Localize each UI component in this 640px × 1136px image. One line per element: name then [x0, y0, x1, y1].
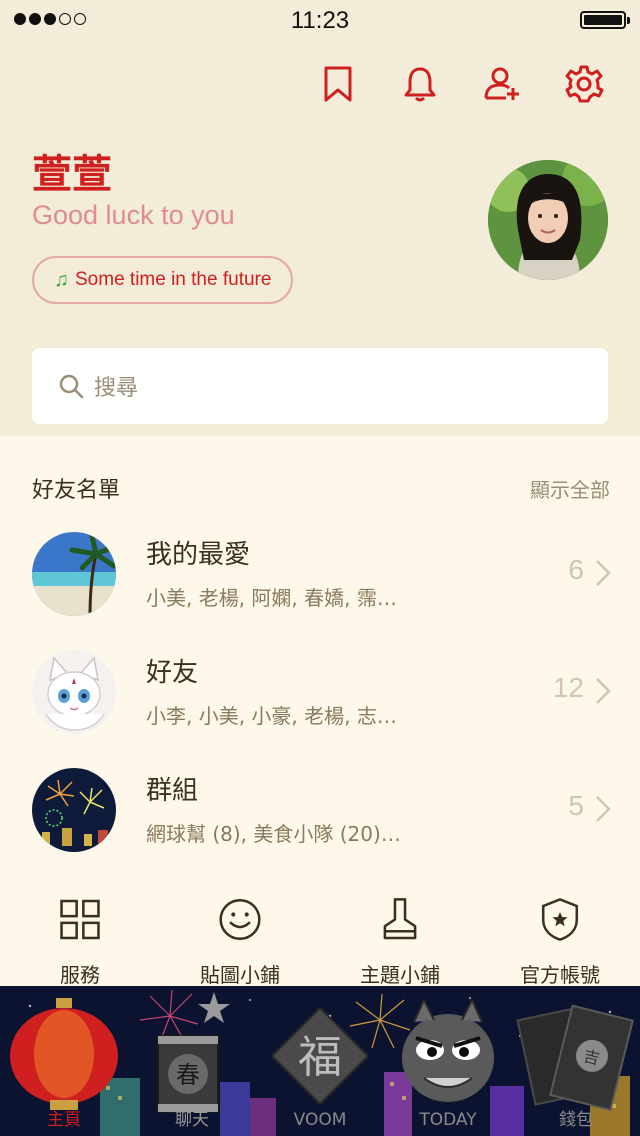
friends-thumbnail [32, 650, 116, 734]
list-item-title: 群組 [146, 776, 199, 806]
tab-today[interactable]: TODAY [384, 986, 512, 1136]
smiley-icon [219, 898, 261, 941]
status-bar: 11:23 [0, 0, 640, 40]
list-item-members: 小李, 小美, 小豪, 老楊, 志… [146, 704, 397, 728]
search-icon [59, 374, 84, 399]
profile-name[interactable]: 萱萱 [32, 142, 112, 200]
tab-home[interactable]: 主頁 [0, 986, 128, 1136]
tile-label: 官方帳號 [520, 963, 600, 987]
tab-label: 錢包 [559, 1110, 593, 1130]
list-item-count: 12 [552, 672, 584, 703]
profile-music-title: Some time in the future [75, 269, 272, 290]
tile-label: 主題小鋪 [360, 963, 440, 987]
show-all-link[interactable]: 顯示全部 [530, 474, 610, 503]
status-time: 11:23 [290, 7, 350, 34]
tab-wallet[interactable]: 吉 錢包 [512, 986, 640, 1136]
settings-icon[interactable] [564, 64, 604, 104]
friends-section-title: 好友名單 [32, 478, 121, 503]
tab-label: 主頁 [47, 1110, 81, 1130]
list-item-members: 網球幫 (8), 美食小隊 (20)… [146, 822, 401, 846]
friends-list-section: 好友名單 顯示全部 我的最愛 小美, 老楊, 阿嫻, 春嬌, 霈… 6 好友 小… [0, 436, 640, 888]
header-actions [318, 64, 604, 104]
list-item-favorites[interactable]: 我的最愛 小美, 老楊, 阿嫻, 春嬌, 霈… 6 [0, 532, 640, 650]
chevron-right-icon [596, 560, 611, 586]
tile-label: 貼圖小鋪 [200, 963, 280, 987]
profile-header: 萱萱 Good luck to you ♫ Some time in the f… [0, 40, 640, 436]
music-note-icon: ♫ [54, 268, 69, 291]
brush-icon [383, 898, 417, 940]
svg-text:福: 福 [298, 1032, 342, 1083]
chevron-right-icon [596, 796, 611, 822]
tab-voom[interactable]: 福 VOOM [256, 986, 384, 1136]
groups-thumbnail [32, 768, 116, 852]
favorites-thumbnail [32, 532, 116, 616]
list-item-title: 我的最愛 [146, 540, 251, 570]
battery-icon [580, 11, 630, 29]
tab-chats[interactable]: 春 聊天 [128, 986, 256, 1136]
shortcut-tiles: 服務 貼圖小鋪 主題小鋪 官方帳號 [0, 896, 640, 988]
list-item-title: 好友 [146, 658, 199, 688]
tile-official-accounts[interactable]: 官方帳號 [480, 896, 640, 988]
profile-avatar[interactable] [488, 160, 608, 280]
bottom-tab-bar: 主頁 春 聊天 福 VOOM TODAY 吉 錢包 [0, 986, 640, 1136]
svg-text:春: 春 [176, 1061, 200, 1089]
tab-label: 聊天 [175, 1110, 209, 1130]
profile-music-button[interactable]: ♫ Some time in the future [32, 256, 294, 304]
list-item-count: 5 [568, 790, 584, 821]
tile-label: 服務 [60, 963, 100, 987]
grid-icon [60, 899, 100, 940]
list-item-friends[interactable]: 好友 小李, 小美, 小豪, 老楊, 志… 12 [0, 650, 640, 768]
shield-star-icon [541, 898, 579, 941]
tab-label: VOOM [293, 1110, 347, 1130]
search-placeholder: 搜尋 [94, 376, 139, 401]
profile-status-message[interactable]: Good luck to you [32, 200, 235, 231]
chevron-right-icon [596, 678, 611, 704]
list-item-members: 小美, 老楊, 阿嫻, 春嬌, 霈… [146, 586, 397, 610]
tile-theme-shop[interactable]: 主題小鋪 [320, 896, 480, 988]
search-input[interactable]: 搜尋 [32, 348, 608, 424]
tab-label: TODAY [419, 1110, 477, 1130]
tile-services[interactable]: 服務 [0, 896, 160, 988]
list-item-count: 6 [568, 554, 584, 585]
tile-sticker-shop[interactable]: 貼圖小鋪 [160, 896, 320, 988]
bell-icon[interactable] [400, 64, 440, 104]
bookmark-icon[interactable] [318, 64, 358, 104]
list-item-groups[interactable]: 群組 網球幫 (8), 美食小隊 (20)… 5 [0, 768, 640, 886]
add-friend-icon[interactable] [482, 64, 522, 104]
